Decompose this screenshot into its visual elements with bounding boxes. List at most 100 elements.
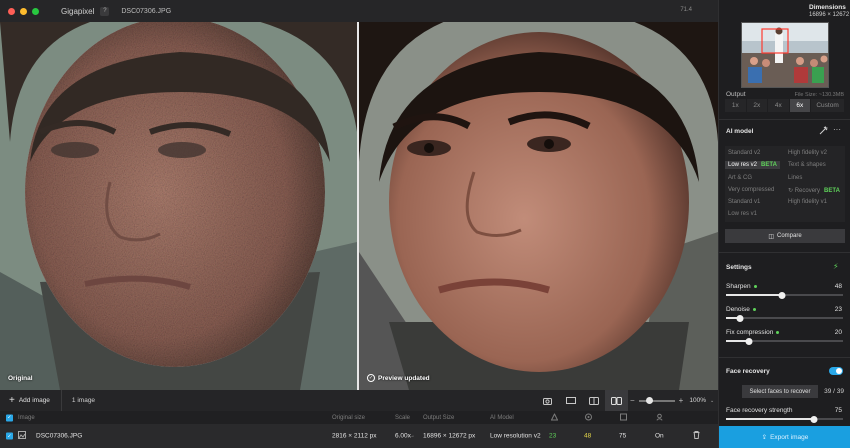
split-view-button[interactable] <box>582 390 605 411</box>
image-viewer[interactable]: Original ✓ Preview updated <box>0 22 718 390</box>
model-standard-v2[interactable]: Standard v2 <box>728 150 760 156</box>
denoise-label-text: Denoise <box>726 306 750 313</box>
beta-badge: BETA <box>761 162 777 168</box>
model-low-res-v2-label: Low res v2 <box>728 162 758 168</box>
model-high-fidelity-v1[interactable]: High fidelity v1 <box>788 199 827 205</box>
image-table-header: ✓ Image Original size Scale Output Size … <box>0 411 718 424</box>
output-file-size: File Size: ~130.3MB <box>794 92 844 98</box>
denoise-slider-handle[interactable] <box>736 314 744 322</box>
select-all-checkbox[interactable]: ✓ <box>6 414 13 421</box>
face-strength-slider[interactable] <box>726 415 843 423</box>
model-lines[interactable]: Lines <box>788 175 802 181</box>
screenshot-button[interactable] <box>536 390 559 411</box>
fix-compression-slider-handle[interactable] <box>745 337 753 345</box>
model-text-shapes[interactable]: Text & shapes <box>788 162 826 168</box>
export-icon: ⇪ <box>761 434 768 441</box>
plus-icon: + <box>9 394 15 406</box>
single-view-button[interactable] <box>559 390 582 411</box>
model-recovery[interactable]: ↻ Recovery BETA <box>788 187 840 194</box>
sharpen-slider[interactable] <box>726 291 843 299</box>
column-header-ai-model[interactable]: AI Model <box>490 415 514 421</box>
dimensions-label: Dimensions <box>809 4 846 11</box>
fix-compression-slider[interactable] <box>726 337 843 345</box>
preview-status: ✓ Preview updated <box>367 374 430 382</box>
side-by-side-view-button[interactable] <box>605 390 628 411</box>
face-strength-slider-handle[interactable] <box>810 415 818 423</box>
fix-compression-value[interactable]: 20 <box>835 329 842 336</box>
original-label: Original <box>8 375 33 382</box>
fix-compression-label-text: Fix compression <box>726 329 774 336</box>
zoom-slider[interactable] <box>638 396 675 404</box>
scale-option-4x[interactable]: 4x <box>768 99 790 112</box>
beta-badge: BETA <box>824 188 840 194</box>
zoom-in-icon[interactable]: + <box>679 396 684 405</box>
view-mode-tools <box>536 390 628 411</box>
zoom-value[interactable]: 100% <box>689 397 706 404</box>
face-strength-value[interactable]: 75 <box>835 407 842 414</box>
more-options-icon[interactable]: ··· <box>833 125 841 134</box>
minimize-window-button[interactable] <box>20 7 27 15</box>
model-high-fidelity-v2[interactable]: High fidelity v2 <box>788 150 827 156</box>
preview-status-label: Preview updated <box>378 374 430 382</box>
current-file-name: DSC07306.JPG <box>121 7 172 15</box>
row-face-value: On <box>655 432 664 440</box>
preview-pane[interactable] <box>359 22 718 390</box>
toolbar-divider <box>60 390 62 411</box>
bottom-toolbar: + Add image 1 image − + 100% ⌄ <box>0 390 718 411</box>
row-checkbox[interactable]: ✓ <box>6 432 13 440</box>
navigator-thumbnail[interactable] <box>741 22 829 88</box>
sharpen-slider-handle[interactable] <box>778 291 786 299</box>
single-view-icon <box>565 397 576 404</box>
ai-model-list: Standard v2 High fidelity v2 Low res v2 B… <box>725 146 845 222</box>
column-header-output-size[interactable]: Output Size <box>423 415 454 421</box>
section-divider <box>719 119 850 120</box>
model-low-res-v1[interactable]: Low res v1 <box>728 211 757 217</box>
delete-row-button[interactable] <box>693 431 700 441</box>
maximize-window-button[interactable] <box>32 7 39 15</box>
column-header-scale[interactable]: Scale <box>395 415 410 421</box>
column-header-image[interactable]: Image <box>18 415 35 421</box>
table-row[interactable]: ✓ DSC07306.JPG 2816 × 2112 px 6.00x → 16… <box>0 424 718 448</box>
scale-option-custom[interactable]: Custom <box>811 99 845 112</box>
compare-button[interactable]: ◫ Compare <box>725 229 845 243</box>
model-very-compressed[interactable]: Very compressed <box>728 187 774 193</box>
auto-settings-bolt-icon[interactable]: ⚡ <box>833 262 839 271</box>
recovery-icon: ↻ <box>788 188 795 194</box>
model-art-cg[interactable]: Art & CG <box>728 175 752 181</box>
export-image-button[interactable]: ⇪ Export image <box>719 426 850 448</box>
scale-option-6x[interactable]: 6x <box>789 99 812 112</box>
app-title: Gigapixel <box>61 6 95 16</box>
sharpen-label: Sharpen <box>726 283 757 290</box>
sharpen-slider-fill <box>726 294 782 296</box>
section-divider <box>719 357 850 358</box>
help-badge[interactable]: ? <box>100 6 110 16</box>
close-window-button[interactable] <box>8 7 15 15</box>
trash-icon <box>693 431 700 439</box>
compression-column-icon <box>620 413 627 422</box>
add-image-button[interactable]: + Add image <box>9 394 50 406</box>
preview-face-image <box>359 22 718 390</box>
zoom-readout: 71.4 <box>680 7 692 13</box>
dimensions-value: 16896 × 12672 <box>809 12 850 18</box>
model-low-res-v2[interactable]: Low res v2 BETA <box>725 161 780 169</box>
scale-option-2x[interactable]: 2x <box>746 99 769 112</box>
face-recovery-toggle[interactable] <box>829 367 843 375</box>
camera-icon <box>543 397 552 405</box>
sharpen-value[interactable]: 48 <box>835 283 842 290</box>
original-pane[interactable]: Original <box>0 22 357 390</box>
ai-model-magic-button[interactable] <box>819 126 828 137</box>
zoom-slider-handle[interactable] <box>645 396 653 404</box>
ai-model-title: AI model <box>726 128 754 135</box>
face-recovery-title: Face recovery <box>726 368 770 375</box>
model-standard-v1[interactable]: Standard v1 <box>728 199 760 205</box>
row-file-name: DSC07306.JPG <box>36 432 83 440</box>
denoise-value[interactable]: 23 <box>835 306 842 313</box>
row-original-size: 2816 × 2112 px <box>332 432 377 440</box>
denoise-slider[interactable] <box>726 314 843 322</box>
chevron-down-icon[interactable]: ⌄ <box>710 398 714 404</box>
scale-option-1x[interactable]: 1x <box>725 99 747 112</box>
zoom-out-icon[interactable]: − <box>630 396 635 405</box>
row-ai-model: Low resolution v2 <box>490 432 541 440</box>
column-header-original-size[interactable]: Original size <box>332 415 365 421</box>
select-faces-button[interactable]: Select faces to recover <box>742 385 818 398</box>
